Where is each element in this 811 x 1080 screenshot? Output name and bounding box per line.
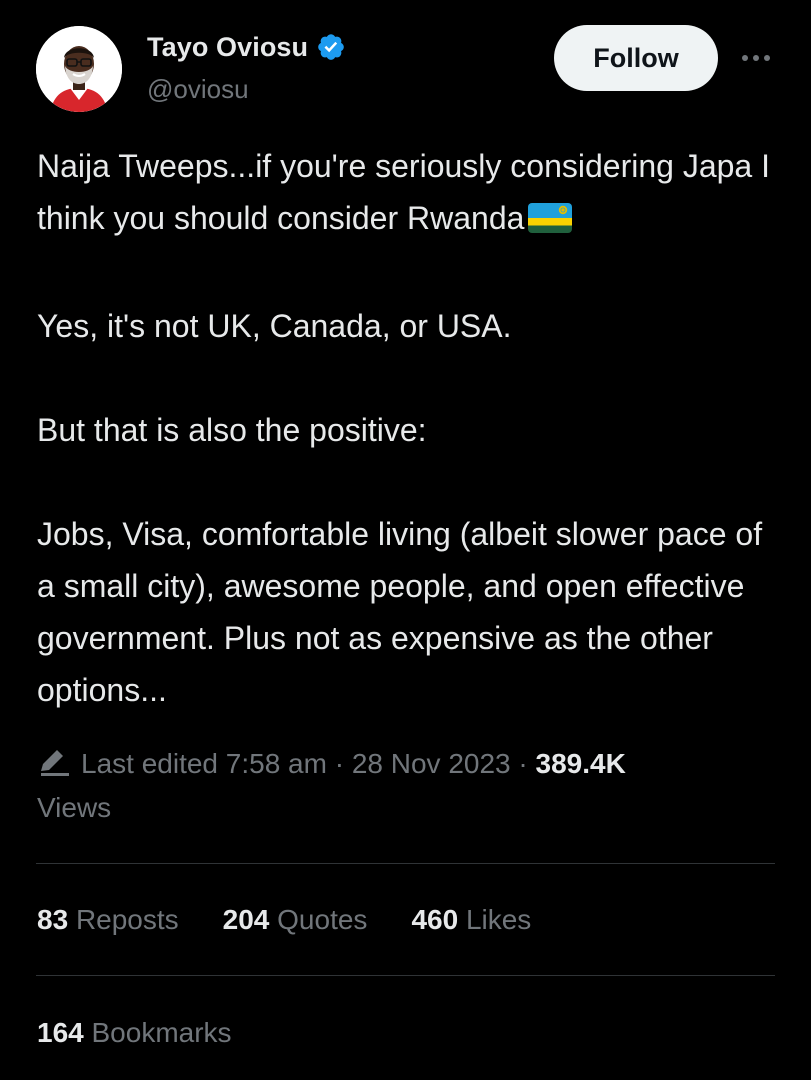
edit-pencil-icon [37,746,73,776]
views-label: Views [37,792,112,823]
more-dot [753,55,759,61]
tweet-meta: Last edited 7:58 am · 28 Nov 2023 · 389.… [37,742,777,830]
reposts-count: 83 [37,904,69,935]
verified-badge-icon [316,32,346,62]
views-count: 389.4K [535,748,626,779]
likes-stat[interactable]: 460 Likes [411,898,531,942]
likes-count: 460 [411,904,459,935]
bookmarks-stat[interactable]: 164 Bookmarks [37,1011,232,1055]
more-horizontal-icon[interactable] [736,46,776,70]
reposts-stat[interactable]: 83 Reposts [37,898,179,942]
tweet-detail: Tayo Oviosu @oviosu Follow Naija Tweeps.… [0,0,811,1080]
likes-label: Likes [465,904,532,935]
quotes-stat[interactable]: 204 Quotes [223,898,368,942]
tweet-paragraph-text: Naija Tweeps...if you're seriously consi… [37,148,770,236]
more-dot [764,55,770,61]
author-handle[interactable]: @oviosu [147,74,249,105]
divider [36,975,775,976]
engagement-stats: 83 Reposts 204 Quotes 460 Likes [37,898,575,942]
author-display-name[interactable]: Tayo Oviosu [147,32,308,63]
reposts-label: Reposts [75,904,179,935]
tweet-paragraph: Naija Tweeps...if you're seriously consi… [37,140,787,248]
author-avatar[interactable] [36,26,122,112]
quotes-label: Quotes [277,904,368,935]
tweet-text: Naija Tweeps...if you're seriously consi… [37,140,787,716]
bookmarks-label: Bookmarks [91,1017,232,1048]
quotes-count: 204 [222,904,270,935]
tweet-paragraph: But that is also the positive: [37,412,427,448]
tweet-paragraph: Jobs, Visa, comfortable living (albeit s… [37,516,763,708]
more-dot [742,55,748,61]
rwanda-flag-icon [528,196,573,248]
tweet-paragraph: Yes, it's not UK, Canada, or USA. [37,308,512,344]
follow-button[interactable]: Follow [554,25,718,91]
bookmarks-count: 164 [37,1017,84,1048]
avatar-image [36,26,122,112]
edited-timestamp[interactable]: Last edited 7:58 am · 28 Nov 2023 · [81,748,528,779]
divider [36,863,775,864]
author-name-row[interactable]: Tayo Oviosu [147,30,346,64]
